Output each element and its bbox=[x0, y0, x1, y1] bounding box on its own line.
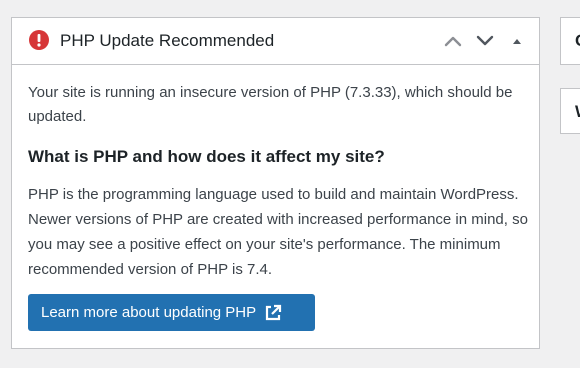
side-widget-title: W bbox=[575, 101, 580, 123]
move-down-button[interactable] bbox=[473, 30, 497, 52]
php-update-widget: PHP Update Recommended Your site is runn… bbox=[11, 17, 540, 349]
learn-more-label: Learn more about updating PHP bbox=[41, 304, 257, 321]
intro-text: Your site is running an insecure version… bbox=[28, 84, 513, 125]
side-widget-title: C bbox=[575, 30, 580, 52]
side-widget: C bbox=[560, 17, 580, 65]
toggle-panel-button[interactable] bbox=[505, 30, 529, 52]
widget-title: PHP Update Recommended bbox=[60, 31, 275, 50]
external-link-icon bbox=[266, 304, 282, 320]
move-up-button[interactable] bbox=[441, 30, 465, 52]
php-subheading: What is PHP and how does it affect my si… bbox=[28, 147, 385, 166]
widget-handle-actions bbox=[433, 30, 529, 52]
chevron-up-icon bbox=[444, 36, 462, 47]
chevron-down-icon bbox=[476, 35, 494, 46]
triangle-up-icon bbox=[513, 39, 521, 44]
side-widget: W bbox=[560, 88, 580, 134]
dashboard-area: PHP Update Recommended Your site is runn… bbox=[0, 0, 580, 368]
learn-more-button[interactable]: Learn more about updating PHP bbox=[28, 294, 315, 331]
widget-header: PHP Update Recommended bbox=[12, 18, 539, 65]
alert-circle-icon bbox=[29, 30, 49, 50]
php-description: PHP is the programming language used to … bbox=[28, 186, 528, 278]
